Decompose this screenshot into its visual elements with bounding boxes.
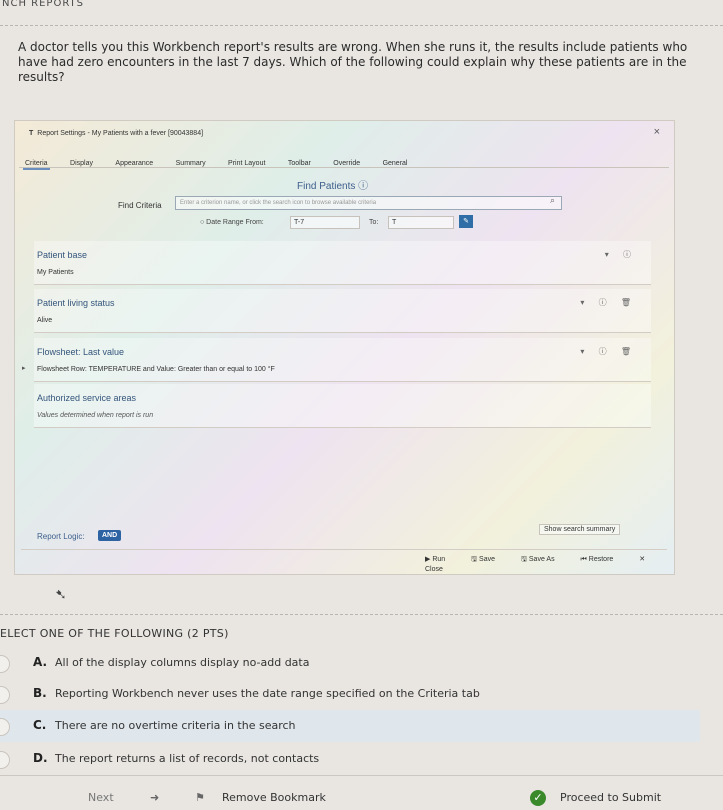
question-text: A doctor tells you this Workbench report… xyxy=(18,40,688,84)
criteria-card-flowsheet[interactable]: ▸ Flowsheet: Last value Flowsheet Row: T… xyxy=(22,338,651,382)
pencil-icon[interactable]: ✎ xyxy=(459,215,473,228)
answer-letter: B. xyxy=(33,686,47,700)
select-instructions: ELECT ONE OF THE FOLLOWING (2 PTS) xyxy=(0,627,229,640)
restore-button[interactable]: ⏮ Restore xyxy=(581,556,626,563)
date-range-label: ○ Date Range From: xyxy=(200,219,264,226)
show-summary-button[interactable]: Show search summary xyxy=(539,524,621,535)
save-as-button[interactable]: 🖫 Save As xyxy=(521,556,567,563)
bookmark-icon: ⚑ xyxy=(195,791,205,804)
tab-criteria[interactable]: Criteria xyxy=(23,159,50,170)
radio-c[interactable] xyxy=(0,718,10,736)
run-button[interactable]: ▶ Run xyxy=(425,556,457,563)
card-title: Patient base xyxy=(37,250,88,260)
answer-text: Reporting Workbench never uses the date … xyxy=(55,687,480,700)
remove-bookmark-button[interactable]: Remove Bookmark xyxy=(222,791,326,804)
close-icon[interactable]: × xyxy=(654,126,660,138)
card-value: Flowsheet Row: TEMPERATURE and Value: Gr… xyxy=(37,366,275,373)
criteria-card-service-areas[interactable]: Authorized service areas Values determin… xyxy=(34,384,651,428)
report-logic-badge[interactable]: AND xyxy=(98,530,122,541)
proceed-submit-button[interactable]: Proceed to Submit xyxy=(560,791,661,804)
date-from-input[interactable]: T-7 xyxy=(290,216,360,229)
find-patients-title: Find Patients ⓘ xyxy=(297,181,369,192)
save-as-label: Save As xyxy=(528,556,555,563)
trash-icon[interactable]: ▾ ⓘ 🗑 xyxy=(580,297,637,308)
settings-tabs: Criteria Display Appearance Summary Prin… xyxy=(23,152,423,170)
radio-a[interactable] xyxy=(0,655,10,673)
page-header: NCH REPORTS xyxy=(2,0,85,9)
restore-label: Restore xyxy=(588,556,614,563)
answer-letter: C. xyxy=(33,718,47,732)
run-label: Run xyxy=(432,556,446,563)
date-to-label: To: xyxy=(369,219,379,226)
action-divider xyxy=(21,549,667,550)
search-icon[interactable]: ⌕ xyxy=(550,195,555,206)
card-title: Patient living status xyxy=(37,298,115,308)
card-value: My Patients xyxy=(37,269,74,276)
info-icon[interactable]: ▾ ⓘ xyxy=(605,249,637,260)
trash-icon[interactable]: ▾ ⓘ 🗑 xyxy=(580,346,637,357)
check-icon: ✓ xyxy=(530,790,546,806)
criteria-card-living-status[interactable]: Patient living status Alive ▾ ⓘ 🗑 xyxy=(34,289,651,333)
save-button[interactable]: 🖫 Save xyxy=(471,556,507,563)
report-settings-title: T Report Settings - My Patients with a fe… xyxy=(29,130,203,137)
mouse-cursor-icon: ➷ xyxy=(55,586,67,602)
answer-text: There are no overtime criteria in the se… xyxy=(55,719,296,732)
find-criteria-label: Find Criteria xyxy=(118,201,162,210)
answer-option-d[interactable]: D. The report returns a list of records,… xyxy=(0,743,700,775)
question-divider xyxy=(0,614,723,615)
card-title: Authorized service areas xyxy=(37,393,137,403)
radio-b[interactable] xyxy=(0,686,10,704)
answer-option-c[interactable]: C. There are no overtime criteria in the… xyxy=(0,710,700,742)
card-value: Values determined when report is run xyxy=(37,412,154,419)
report-settings-screenshot: T Report Settings - My Patients with a fe… xyxy=(14,120,675,602)
card-value: Alive xyxy=(37,317,53,324)
arrow-right-icon: ➜ xyxy=(150,791,160,804)
next-button[interactable]: Next xyxy=(88,791,114,804)
card-title: Flowsheet: Last value xyxy=(37,347,125,357)
criteria-card-patient-base[interactable]: Patient base My Patients ▾ ⓘ xyxy=(34,241,651,285)
radio-d[interactable] xyxy=(0,751,10,769)
save-label: Save xyxy=(479,556,496,563)
report-logic-label: Report Logic: xyxy=(37,532,85,541)
answer-text: All of the display columns display no-ad… xyxy=(55,656,310,669)
close-label: Close xyxy=(425,566,443,573)
text-icon: T xyxy=(29,130,34,137)
answer-option-a[interactable]: A. All of the display columns display no… xyxy=(0,647,700,679)
footer-divider xyxy=(0,775,723,776)
find-criteria-input[interactable]: Enter a criterion name, or click the sea… xyxy=(175,196,562,210)
action-bar: ▶ Run 🖫 Save 🖫 Save As ⏮ Restore ✕ Close xyxy=(425,555,674,573)
expand-arrow-icon[interactable]: ▸ xyxy=(22,364,26,372)
tab-divider xyxy=(19,167,669,168)
report-settings-title-text: Report Settings - My Patients with a fev… xyxy=(37,130,204,137)
answer-letter: D. xyxy=(33,751,48,765)
answer-option-b[interactable]: B. Reporting Workbench never uses the da… xyxy=(0,678,700,710)
answer-text: The report returns a list of records, no… xyxy=(55,752,320,765)
date-to-input[interactable]: T xyxy=(388,216,454,229)
header-divider xyxy=(0,25,723,26)
answer-letter: A. xyxy=(33,655,48,669)
